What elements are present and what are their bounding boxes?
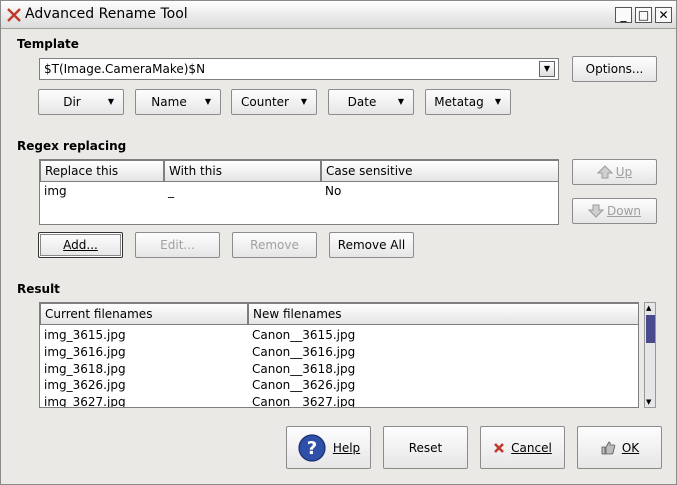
cancel-button[interactable]: Cancel: [480, 426, 565, 469]
options-button-label: Options...: [585, 62, 644, 76]
regex-col-replace[interactable]: Replace this: [40, 160, 164, 182]
close-icon: ✕: [658, 8, 669, 22]
ok-button[interactable]: OK: [577, 426, 662, 469]
reset-button[interactable]: Reset: [383, 426, 468, 469]
template-value: $T(Image.CameraMake)$N: [44, 62, 206, 76]
title-bar[interactable]: Advanced Rename Tool _ □ ✕: [1, 1, 676, 29]
regex-col-case[interactable]: Case sensitive: [321, 160, 558, 182]
table-row[interactable]: img _ No: [40, 184, 558, 201]
ok-button-label: OK: [621, 440, 640, 455]
table-row[interactable]: img_3615.jpg Canon__3615.jpg: [40, 328, 638, 345]
new-filename: Canon__3616.jpg: [252, 345, 356, 359]
table-row[interactable]: img_3618.jpg Canon__3618.jpg: [40, 362, 638, 379]
arrow-up-icon: [596, 165, 613, 179]
remove-all-button-label: Remove All: [337, 238, 406, 252]
app-x-icon: [7, 8, 21, 22]
regex-table[interactable]: Replace this With this Case sensitive im…: [39, 159, 559, 225]
name-menu-button[interactable]: Name ▼: [135, 89, 221, 115]
help-button-label: Help: [332, 440, 361, 455]
reset-button-label: Reset: [408, 440, 443, 455]
scroll-up-icon[interactable]: ▲: [646, 303, 651, 313]
chevron-down-icon: ▼: [300, 97, 307, 106]
metatag-menu-label: Metatag: [434, 95, 484, 109]
new-filename: Canon__3627.jpg: [252, 395, 356, 408]
regex-label: Regex replacing: [17, 139, 127, 153]
advanced-rename-window: Advanced Rename Tool _ □ ✕ Template $T(I…: [0, 0, 677, 485]
down-button[interactable]: Down: [572, 198, 657, 224]
help-button[interactable]: ? Help: [286, 426, 371, 469]
maximize-icon: □: [637, 8, 650, 22]
regex-with-cell: _: [168, 184, 174, 198]
current-filename: img_3615.jpg: [44, 328, 126, 342]
minimize-icon: _: [620, 8, 627, 22]
up-button-label: Up: [615, 165, 633, 179]
date-menu-button[interactable]: Date ▼: [328, 89, 414, 115]
add-button-label: Add...: [63, 238, 98, 252]
chevron-down-icon: ▼: [397, 97, 404, 106]
chevron-down-icon: ▼: [204, 97, 211, 106]
table-row[interactable]: img_3616.jpg Canon__3616.jpg: [40, 345, 638, 362]
result-col-new[interactable]: New filenames: [248, 303, 638, 325]
current-filename: img_3627.jpg: [44, 395, 126, 408]
dir-menu-label: Dir: [63, 95, 81, 109]
counter-menu-label: Counter: [241, 95, 289, 109]
result-col-current[interactable]: Current filenames: [40, 303, 248, 325]
table-row[interactable]: img_3627.jpg Canon__3627.jpg: [40, 395, 638, 408]
close-button[interactable]: ✕: [655, 7, 672, 23]
scroll-thumb[interactable]: [646, 315, 655, 343]
regex-replace-cell: img: [44, 184, 67, 198]
remove-all-button[interactable]: Remove All: [329, 232, 414, 258]
cancel-button-label: Cancel: [511, 440, 552, 455]
name-menu-label: Name: [151, 95, 187, 109]
remove-button[interactable]: Remove: [232, 232, 317, 258]
remove-button-label: Remove: [250, 238, 299, 252]
down-button-label: Down: [606, 204, 641, 218]
scroll-down-icon[interactable]: ▼: [646, 397, 651, 407]
result-label: Result: [17, 282, 60, 296]
edit-button[interactable]: Edit...: [135, 232, 220, 258]
new-filename: Canon__3618.jpg: [252, 362, 356, 376]
thumbs-up-icon: [601, 441, 616, 454]
edit-button-label: Edit...: [160, 238, 195, 252]
chevron-down-icon: ▼: [494, 97, 501, 106]
regex-col-with[interactable]: With this: [164, 160, 321, 182]
minimize-button[interactable]: _: [615, 7, 632, 23]
dir-menu-button[interactable]: Dir ▼: [38, 89, 124, 115]
help-icon: ?: [298, 433, 326, 462]
counter-menu-button[interactable]: Counter ▼: [231, 89, 317, 115]
arrow-down-icon: [587, 204, 604, 218]
current-filename: img_3626.jpg: [44, 378, 126, 392]
svg-text:?: ?: [307, 438, 317, 459]
add-button[interactable]: Add...: [38, 232, 123, 258]
chevron-down-icon: ▼: [107, 97, 114, 106]
current-filename: img_3618.jpg: [44, 362, 126, 376]
regex-case-cell: No: [325, 184, 342, 198]
up-button[interactable]: Up: [572, 159, 657, 185]
table-row[interactable]: img_3626.jpg Canon__3626.jpg: [40, 378, 638, 395]
window-title: Advanced Rename Tool: [25, 6, 188, 22]
date-menu-label: Date: [347, 95, 377, 109]
new-filename: Canon__3615.jpg: [252, 328, 356, 342]
maximize-button[interactable]: □: [635, 7, 652, 23]
cancel-x-icon: [494, 442, 505, 453]
template-label: Template: [17, 37, 79, 51]
result-scrollbar[interactable]: ▲ ▼: [644, 302, 656, 408]
current-filename: img_3616.jpg: [44, 345, 126, 359]
new-filename: Canon__3626.jpg: [252, 378, 356, 392]
result-table[interactable]: Current filenames New filenames img_3615…: [39, 302, 639, 408]
chevron-down-icon[interactable]: ▼: [539, 61, 555, 77]
metatag-menu-button[interactable]: Metatag ▼: [425, 89, 511, 115]
template-combo[interactable]: $T(Image.CameraMake)$N ▼: [39, 58, 559, 80]
options-button[interactable]: Options...: [572, 56, 657, 82]
